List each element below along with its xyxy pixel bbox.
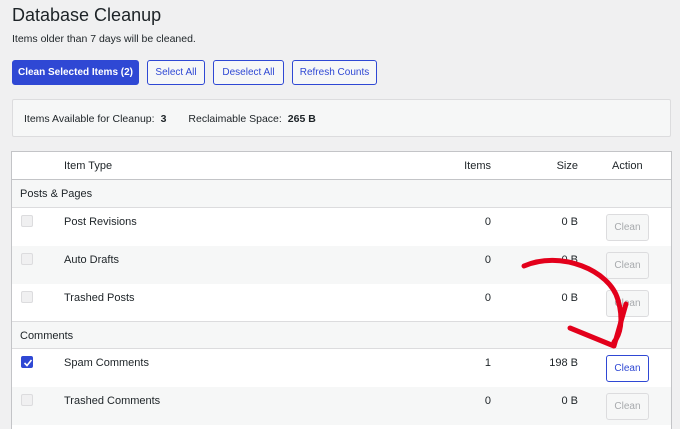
space-label: Reclaimable Space: <box>188 113 282 125</box>
group-comments: Comments <box>12 321 671 349</box>
header-item-type: Item Type <box>64 160 113 172</box>
row-size: 0 B <box>561 292 578 304</box>
clean-button[interactable]: Clean <box>606 214 649 241</box>
row-type: Auto Drafts <box>64 254 120 266</box>
group-label: Comments <box>20 330 74 342</box>
table-header: Item Type Items Size Action <box>12 152 671 180</box>
header-action: Action <box>612 160 643 172</box>
row-checkbox-checked[interactable] <box>21 356 33 368</box>
checkmark-icon <box>23 359 33 367</box>
row-items: 0 <box>484 292 491 304</box>
table-row: Spam Comments 1 198 B Clean <box>12 349 671 387</box>
row-items: 0 <box>484 254 491 266</box>
clean-button[interactable]: Clean <box>606 355 649 382</box>
row-type: Trashed Posts <box>64 292 135 304</box>
header-size: Size <box>556 160 578 172</box>
table-row: Auto Drafts 0 0 B Clean <box>12 246 671 284</box>
row-checkbox[interactable] <box>21 215 33 227</box>
refresh-counts-button[interactable]: Refresh Counts <box>292 60 377 85</box>
available-label: Items Available for Cleanup: <box>24 113 155 125</box>
cleanup-table: Item Type Items Size Action Posts & Page… <box>11 151 672 429</box>
row-size: 0 B <box>561 254 578 266</box>
row-type: Spam Comments <box>64 357 149 369</box>
group-posts-pages: Posts & Pages <box>12 180 671 208</box>
row-checkbox[interactable] <box>21 253 33 265</box>
clean-button[interactable]: Clean <box>606 252 649 279</box>
row-items: 0 <box>484 216 491 228</box>
row-checkbox[interactable] <box>21 291 33 303</box>
deselect-all-button[interactable]: Deselect All <box>213 60 284 85</box>
table-row: Post Revisions 0 0 B Clean <box>12 208 671 246</box>
row-size: 0 B <box>561 216 578 228</box>
row-items: 0 <box>484 395 491 407</box>
row-type: Post Revisions <box>64 216 137 228</box>
select-all-button[interactable]: Select All <box>147 60 205 85</box>
header-items: Items <box>464 160 491 172</box>
space-value: 265 B <box>287 113 316 125</box>
row-type: Trashed Comments <box>64 395 161 407</box>
row-size: 0 B <box>561 395 578 407</box>
row-size: 198 B <box>549 357 578 369</box>
table-row: Trashed Posts 0 0 B Clean <box>12 284 671 322</box>
group-label: Posts & Pages <box>20 188 93 200</box>
summary-box: Items Available for Cleanup: 3 Reclaimable… <box>12 99 671 137</box>
clean-selected-button[interactable]: Clean Selected Items (2) <box>12 60 139 85</box>
table-row: Trashed Comments 0 0 B Clean <box>12 387 671 425</box>
clean-button[interactable]: Clean <box>606 393 649 420</box>
page-title: Database Cleanup <box>12 5 162 25</box>
clean-button[interactable]: Clean <box>606 290 649 317</box>
available-value: 3 <box>160 113 167 125</box>
page-subtitle: Items older than 7 days will be cleaned. <box>12 33 196 45</box>
row-items: 1 <box>484 357 491 369</box>
row-checkbox[interactable] <box>21 394 33 406</box>
